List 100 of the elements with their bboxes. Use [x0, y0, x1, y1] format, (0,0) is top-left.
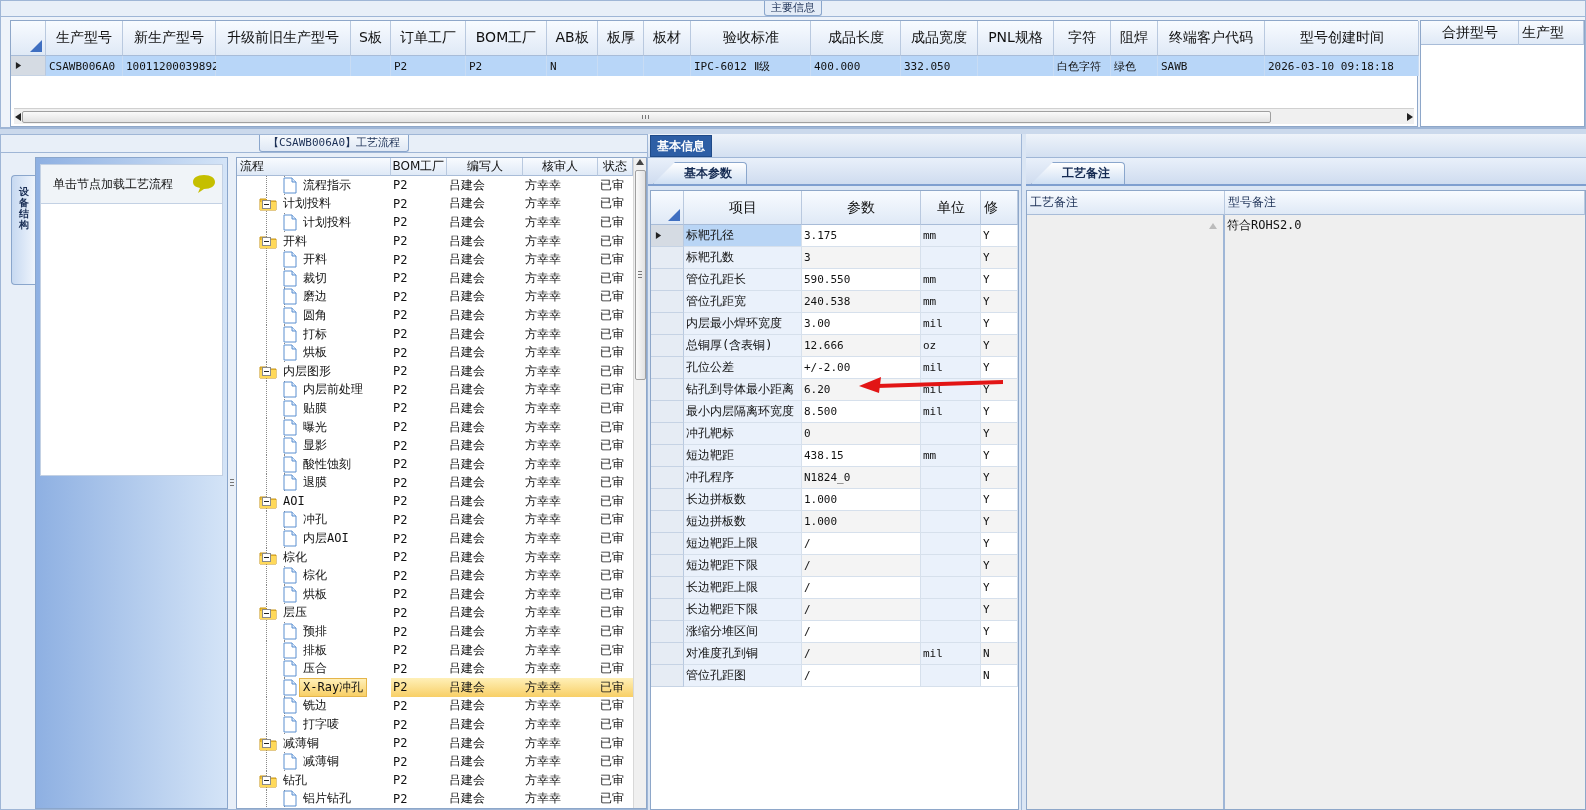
tree-node[interactable]: 开料	[300, 251, 330, 269]
tree-node[interactable]: 棕化	[300, 567, 330, 585]
tree-node[interactable]: 烘板	[300, 344, 330, 362]
tree-node[interactable]: X-Ray冲孔	[300, 678, 367, 696]
table-cell-text: P2	[392, 604, 409, 622]
collapse-icon[interactable]	[262, 608, 271, 618]
tree-node[interactable]: 减薄铜	[300, 753, 342, 771]
column-header[interactable]: S板	[351, 21, 391, 56]
column-header[interactable]: 单位	[921, 191, 981, 225]
collapse-icon[interactable]	[262, 199, 271, 209]
tree-node[interactable]: 流程指示	[300, 176, 354, 194]
table-cell-text: 吕建会	[448, 790, 486, 808]
column-header[interactable]: BOM工厂	[391, 158, 447, 176]
column-header[interactable]: 工艺备注	[1027, 191, 1225, 215]
column-header[interactable]: 状态	[598, 158, 633, 176]
tree-node[interactable]: 层压	[280, 604, 310, 622]
column-header[interactable]: 流程	[237, 158, 391, 176]
column-header[interactable]: 编写人	[447, 158, 523, 176]
tree-node[interactable]: 贴膜	[300, 399, 330, 417]
tree-node[interactable]: 计划投料	[300, 214, 354, 231]
column-header[interactable]: 验收标准	[691, 21, 811, 56]
tree-node[interactable]: 内层图形	[280, 362, 334, 380]
tab[interactable]: 基本信息	[650, 135, 712, 157]
tree-node[interactable]: 酸性蚀刻	[300, 455, 354, 473]
tree-node[interactable]: 内层AOI	[300, 530, 352, 548]
tree-node[interactable]: 打标	[300, 325, 330, 343]
table-cell: 1.000	[802, 489, 921, 511]
table-cell-text: 已审	[599, 269, 625, 287]
tree-node[interactable]: 开料	[280, 232, 310, 250]
tree-node[interactable]: 内层前处理	[300, 381, 366, 399]
column-header[interactable]: 生产型	[1519, 21, 1584, 45]
scroll-thumb[interactable]	[22, 110, 1271, 123]
tab[interactable]: 工艺备注	[1031, 162, 1125, 184]
tree-node[interactable]: 退膜	[300, 474, 330, 492]
table-cell-text: 已审	[599, 567, 625, 585]
column-header[interactable]: BOM工厂	[466, 21, 547, 56]
column-header[interactable]: 生产型号	[46, 21, 123, 56]
column-header[interactable]: PNL规格	[978, 21, 1054, 56]
tree-node[interactable]: 曝光	[300, 418, 330, 436]
table-cell: mm	[921, 291, 981, 313]
tree-node[interactable]: 压合	[300, 660, 330, 678]
tree-node[interactable]: 显影	[300, 437, 330, 455]
tree-node[interactable]: 冲孔	[300, 511, 330, 529]
column-header[interactable]: 合拼型号	[1421, 21, 1519, 45]
table-cell-text: P2	[392, 400, 409, 418]
column-header[interactable]: 项目	[684, 191, 802, 225]
tree-node[interactable]: 磨边	[300, 288, 330, 306]
column-header[interactable]: 板材	[644, 21, 691, 56]
collapse-icon[interactable]	[262, 497, 271, 507]
collapse-icon[interactable]	[262, 738, 271, 748]
tree-node[interactable]: 铝片钻孔	[300, 790, 354, 808]
tree-node[interactable]: 圆角	[300, 306, 330, 324]
tree-node[interactable]: 钻孔	[280, 771, 310, 789]
column-header[interactable]: 字符	[1054, 21, 1111, 56]
column-header[interactable]: 修	[981, 191, 1018, 225]
table-cell	[351, 56, 391, 76]
tree-node[interactable]: 预排	[300, 623, 330, 641]
vertical-scrollbar[interactable]	[633, 158, 646, 808]
column-header[interactable]: 阻焊	[1111, 21, 1158, 56]
column-header[interactable]: 型号备注	[1225, 191, 1585, 215]
collapse-icon[interactable]	[262, 236, 271, 246]
folder-icon	[259, 363, 277, 379]
column-header[interactable]: 订单工厂	[391, 21, 466, 56]
column-header[interactable]: 参数	[802, 191, 921, 225]
tree-node[interactable]: 铣边	[300, 697, 330, 715]
row-header[interactable]	[651, 225, 684, 247]
corner-triangle-icon	[668, 209, 680, 221]
column-header[interactable]: 新生产型号	[123, 21, 216, 56]
table-cell-text: 方幸幸	[524, 344, 562, 362]
collapse-icon[interactable]	[262, 552, 271, 562]
column-header[interactable]: 核审人	[523, 158, 598, 176]
column-header[interactable]: 板厚	[598, 21, 644, 56]
column-header[interactable]: 型号创建时间	[1265, 21, 1419, 56]
horizontal-scrollbar[interactable]	[14, 108, 1414, 124]
table-cell: mil	[921, 401, 981, 423]
scroll-thumb[interactable]	[634, 170, 646, 380]
column-header[interactable]: 升级前旧生产型号	[216, 21, 351, 56]
table-cell	[921, 247, 981, 269]
tree-node[interactable]: 打字唛	[300, 716, 342, 733]
column-header[interactable]: 成品宽度	[901, 21, 978, 56]
row-header[interactable]	[11, 56, 46, 76]
tree-node[interactable]: 裁切	[300, 269, 330, 287]
tree-node[interactable]: 减薄铜	[280, 734, 322, 752]
table-cell-text: 已审	[599, 753, 625, 771]
tree-node[interactable]: 烘板	[300, 585, 330, 603]
tree-node[interactable]: 计划投料	[280, 195, 334, 213]
tab[interactable]: 基本参数	[653, 162, 747, 184]
column-header[interactable]: 成品长度	[811, 21, 901, 56]
side-item[interactable]: 单击节点加载工艺流程	[40, 164, 223, 204]
side-tab[interactable]: 设备结构	[11, 175, 35, 285]
collapse-icon[interactable]	[262, 776, 271, 785]
table-cell: 管位孔距宽	[684, 291, 802, 313]
tree-node[interactable]: AOI	[280, 494, 308, 509]
tree-node[interactable]: 棕化	[280, 548, 310, 566]
column-header[interactable]: 终端客户代码	[1158, 21, 1265, 56]
tree-node[interactable]: 排板	[300, 641, 330, 659]
collapse-icon[interactable]	[262, 366, 271, 376]
column-header[interactable]: AB板	[547, 21, 598, 56]
note-text: 符合ROHS2.0	[1227, 218, 1302, 232]
table-cell-text: P2	[392, 177, 409, 195]
